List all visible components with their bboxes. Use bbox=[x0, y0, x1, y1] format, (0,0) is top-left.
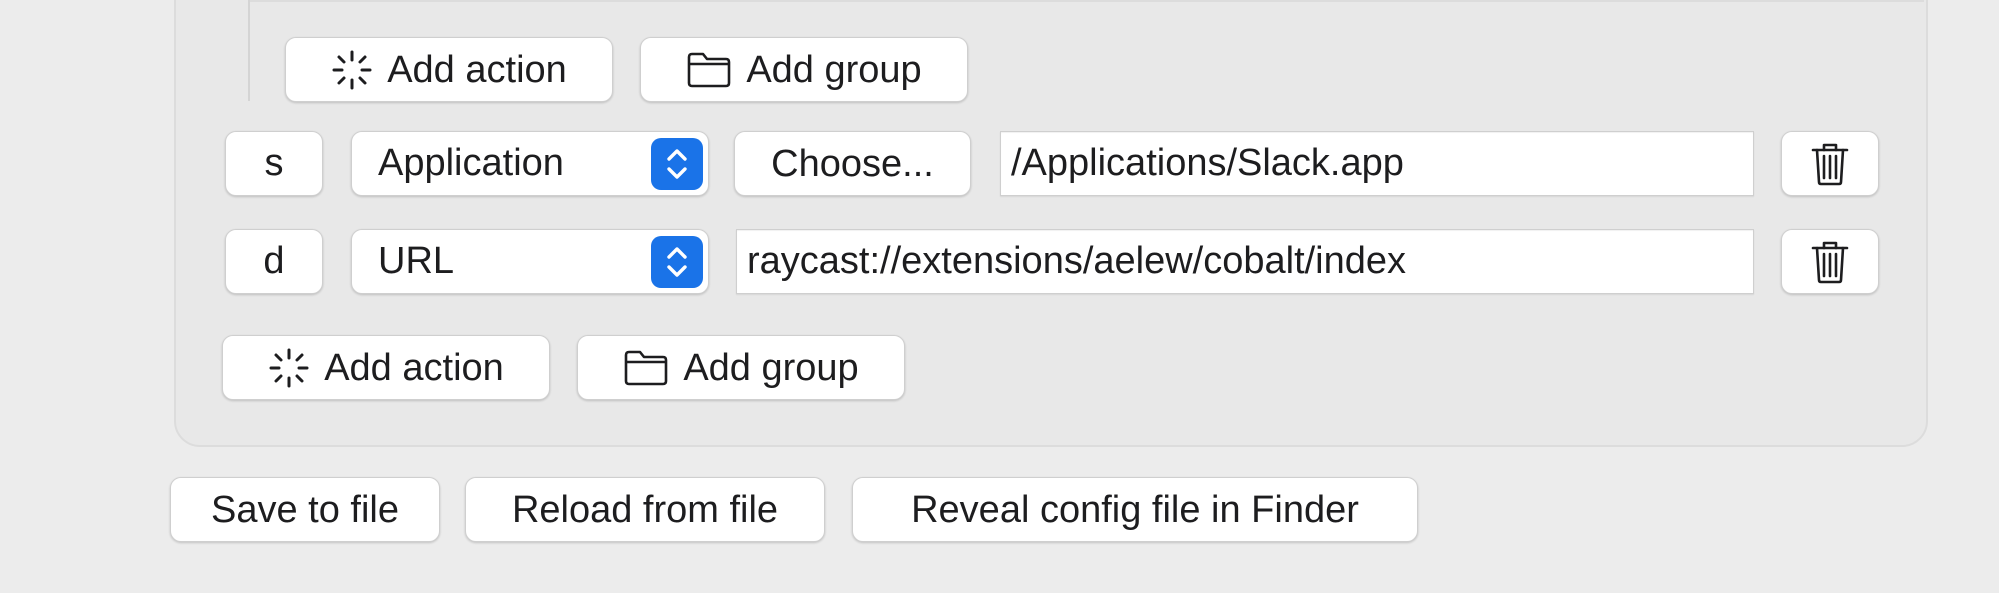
action-type-value: Application bbox=[378, 142, 564, 184]
shortcut-key-field[interactable]: s bbox=[225, 131, 323, 196]
folder-icon bbox=[688, 52, 731, 87]
action-type-value: URL bbox=[378, 240, 455, 282]
add-group-label: Add group bbox=[746, 48, 922, 91]
application-path-value: /Applications/Slack.app bbox=[1011, 142, 1404, 184]
trash-icon bbox=[1811, 241, 1849, 283]
chevron-up-down-icon bbox=[651, 138, 703, 190]
save-to-file-button[interactable]: Save to file bbox=[170, 477, 440, 542]
reload-label: Reload from file bbox=[511, 488, 779, 531]
delete-row-button[interactable] bbox=[1781, 131, 1879, 196]
nested-group-indent-line bbox=[248, 0, 250, 101]
nested-add-action-button[interactable]: Add action bbox=[285, 37, 613, 102]
shortcut-key-value: s bbox=[264, 142, 284, 184]
root-add-group-button[interactable]: Add group bbox=[577, 335, 905, 400]
choose-label: Choose... bbox=[771, 142, 934, 185]
sparkle-loader-icon bbox=[332, 50, 372, 89]
url-field[interactable]: raycast://extensions/aelew/cobalt/index bbox=[736, 229, 1754, 294]
shortcut-key-field[interactable]: d bbox=[225, 229, 323, 294]
sparkle-loader-icon bbox=[269, 348, 309, 387]
delete-row-button[interactable] bbox=[1781, 229, 1879, 294]
nested-add-group-button[interactable]: Add group bbox=[640, 37, 968, 102]
action-type-select[interactable]: URL bbox=[351, 229, 709, 294]
application-path-field[interactable]: /Applications/Slack.app bbox=[1000, 131, 1754, 196]
choose-application-button[interactable]: Choose... bbox=[734, 131, 971, 196]
add-group-label: Add group bbox=[683, 346, 859, 389]
chevron-up-down-icon bbox=[651, 236, 703, 288]
root-add-action-button[interactable]: Add action bbox=[222, 335, 550, 400]
trash-icon bbox=[1811, 143, 1849, 185]
add-action-label: Add action bbox=[324, 346, 504, 389]
group-divider bbox=[250, 0, 1924, 2]
reload-from-file-button[interactable]: Reload from file bbox=[465, 477, 825, 542]
url-value: raycast://extensions/aelew/cobalt/index bbox=[747, 240, 1407, 282]
action-type-select[interactable]: Application bbox=[351, 131, 709, 196]
shortcut-key-value: d bbox=[263, 240, 285, 282]
folder-icon bbox=[625, 350, 668, 385]
reveal-config-in-finder-button[interactable]: Reveal config file in Finder bbox=[852, 477, 1418, 542]
save-label: Save to file bbox=[211, 488, 399, 531]
reveal-label: Reveal config file in Finder bbox=[911, 488, 1359, 531]
add-action-label: Add action bbox=[387, 48, 567, 91]
